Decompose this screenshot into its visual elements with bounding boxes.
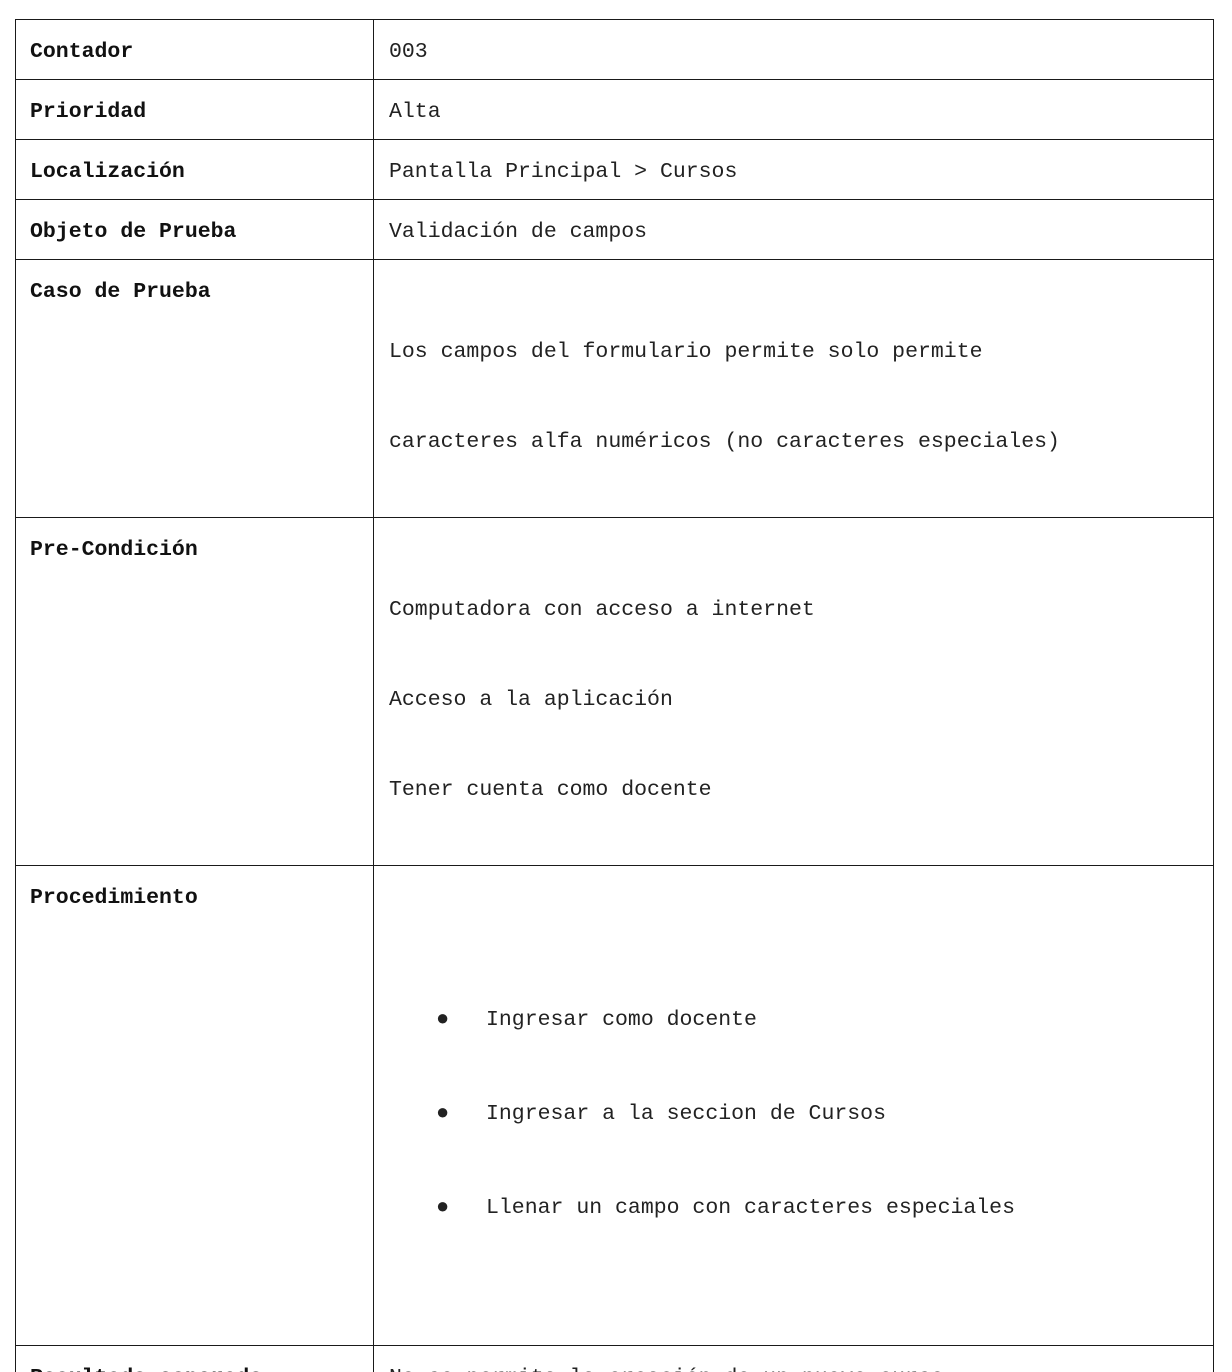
label-procedimiento: Procedimiento (16, 866, 374, 1346)
label-contador: Contador (16, 20, 374, 80)
value-caso-de-prueba: Los campos del formulario permite solo p… (374, 260, 1214, 518)
test-case-table: Contador 003 Prioridad Alta Localización… (15, 19, 1214, 1372)
value-pre-condicion: Computadora con acceso a internet Acceso… (374, 518, 1214, 866)
row-resultado-esperado: Resultado esperado No se permita la crea… (16, 1346, 1214, 1372)
procedure-list: ●Ingresar como docente ●Ingresar a la se… (389, 943, 1213, 1285)
bullet-icon: ● (436, 1003, 486, 1037)
value-objeto-de-prueba: Validación de campos (374, 200, 1214, 260)
value-prioridad: Alta (374, 80, 1214, 140)
label-pre-condicion: Pre-Condición (16, 518, 374, 866)
row-pre-condicion: Pre-Condición Computadora con acceso a i… (16, 518, 1214, 866)
row-prioridad: Prioridad Alta (16, 80, 1214, 140)
value-contador: 003 (374, 20, 1214, 80)
label-prioridad: Prioridad (16, 80, 374, 140)
row-procedimiento: Procedimiento ●Ingresar como docente ●In… (16, 866, 1214, 1346)
value-resultado-esperado: No se permita la creación de un nuevo cu… (374, 1346, 1214, 1372)
bullet-icon: ● (436, 1191, 486, 1225)
row-localizacion: Localización Pantalla Principal > Cursos (16, 140, 1214, 200)
row-caso-de-prueba: Caso de Prueba Los campos del formulario… (16, 260, 1214, 518)
value-localizacion: Pantalla Principal > Cursos (374, 140, 1214, 200)
label-localizacion: Localización (16, 140, 374, 200)
bullet-icon: ● (436, 1097, 486, 1131)
row-objeto-de-prueba: Objeto de Prueba Validación de campos (16, 200, 1214, 260)
list-item: ●Ingresar a la seccion de Cursos (436, 1097, 1213, 1131)
label-resultado-esperado: Resultado esperado (16, 1346, 374, 1372)
list-item: ●Llenar un campo con caracteres especial… (436, 1191, 1213, 1225)
row-contador: Contador 003 (16, 20, 1214, 80)
label-caso-de-prueba: Caso de Prueba (16, 260, 374, 518)
list-item: ●Ingresar como docente (436, 1003, 1213, 1037)
label-objeto-de-prueba: Objeto de Prueba (16, 200, 374, 260)
value-procedimiento: ●Ingresar como docente ●Ingresar a la se… (374, 866, 1214, 1346)
